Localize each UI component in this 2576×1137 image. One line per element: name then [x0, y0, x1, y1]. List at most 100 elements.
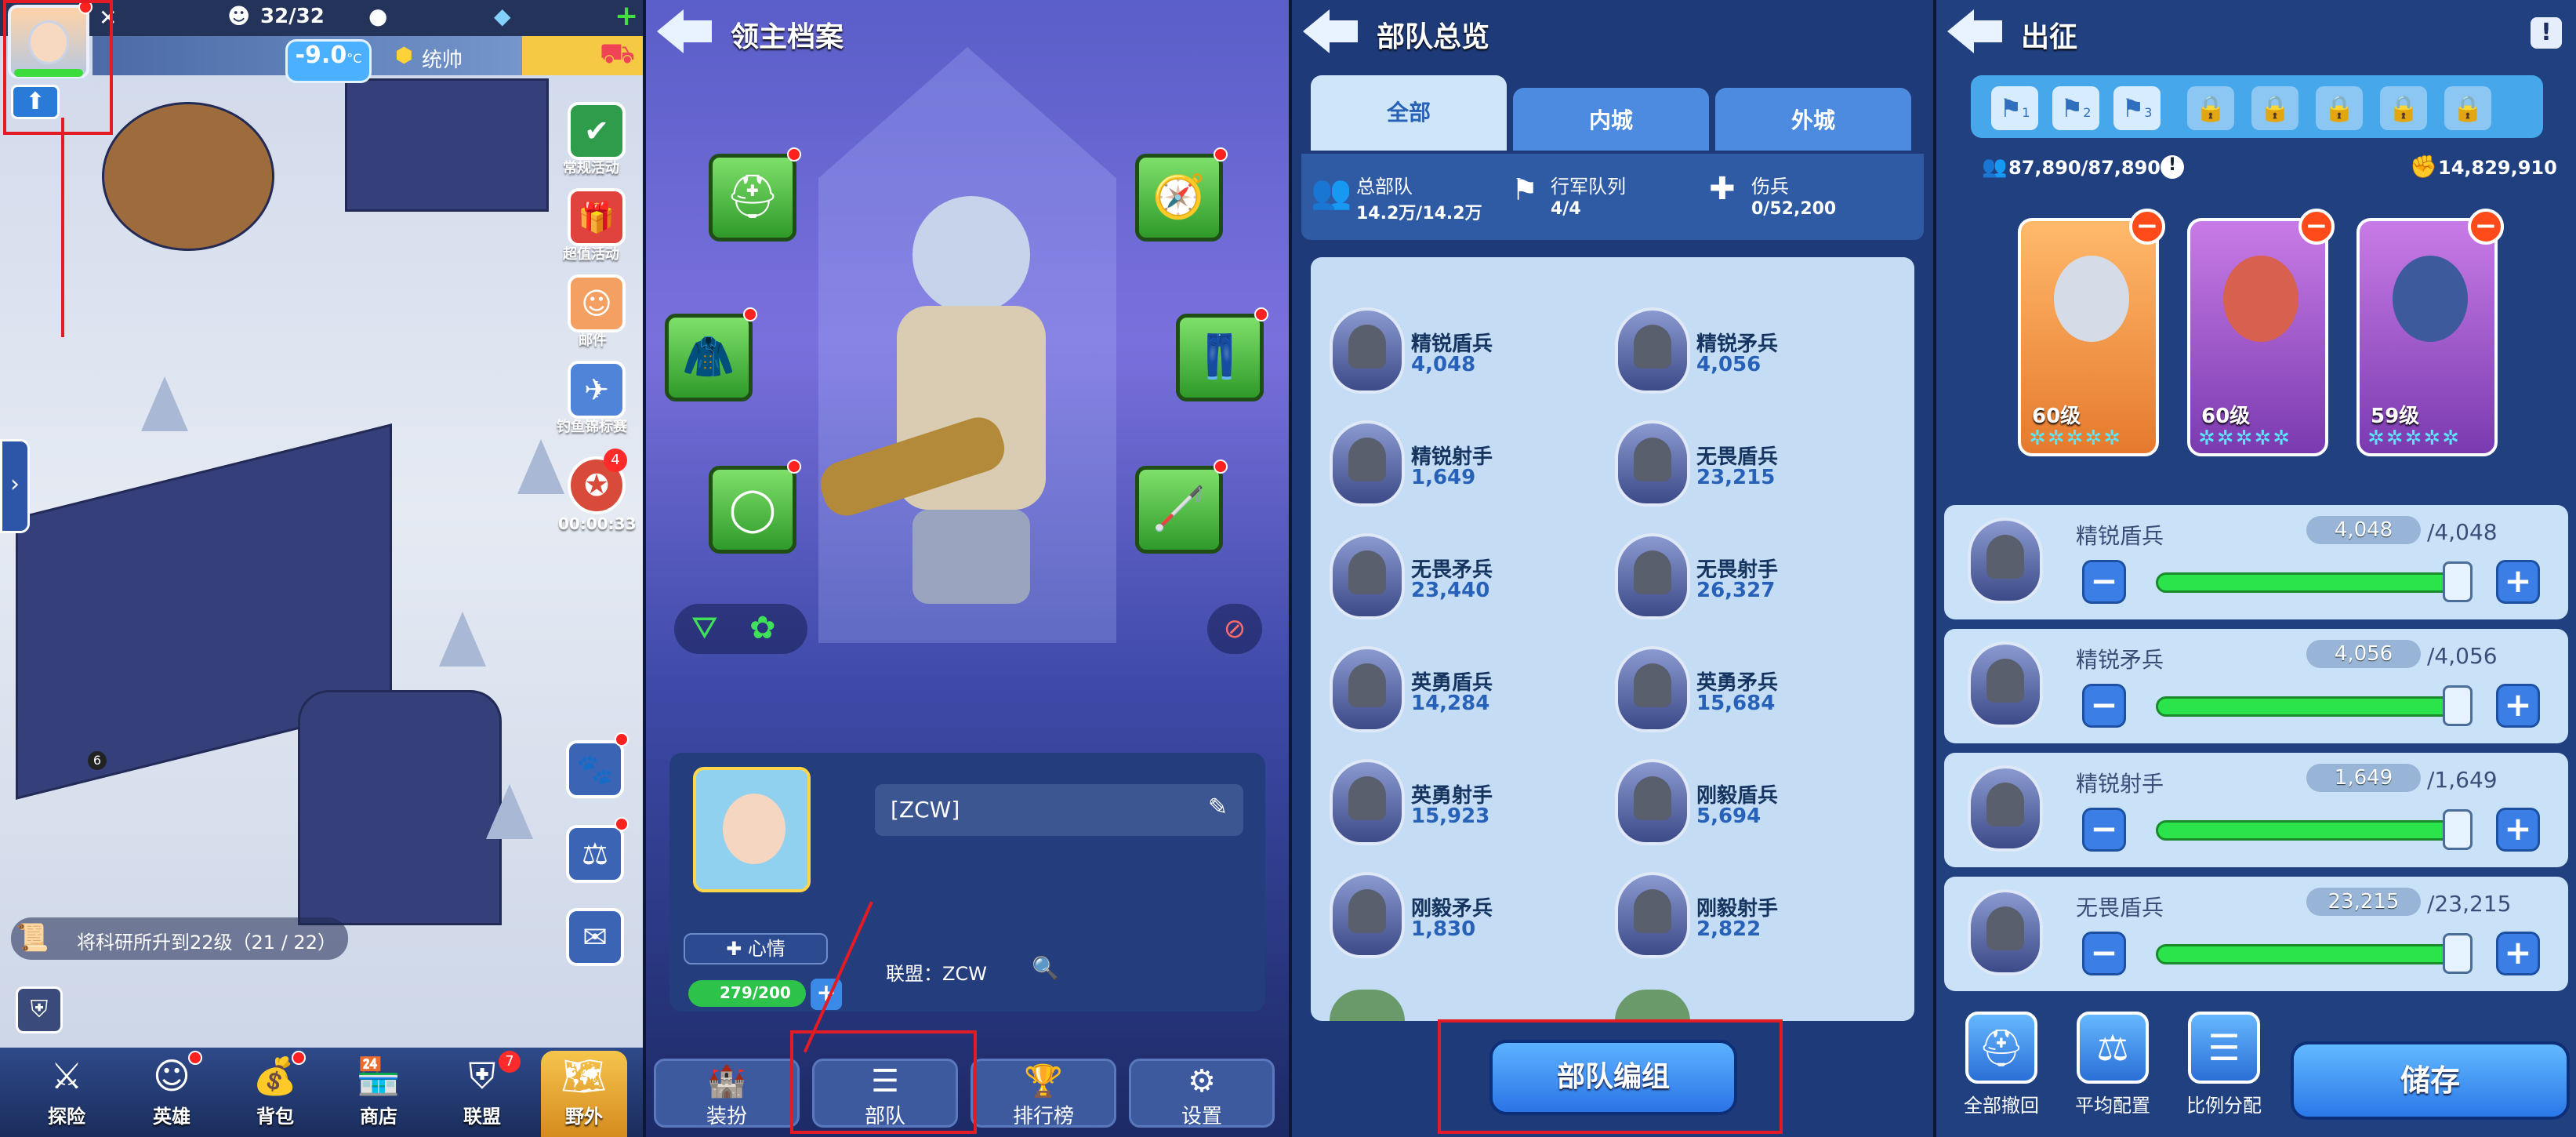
mail-person-icon[interactable]: ☺ — [568, 274, 626, 332]
slider-thumb[interactable] — [2443, 933, 2473, 974]
troop-slider[interactable] — [2156, 820, 2454, 841]
pants-slot[interactable]: 👖 — [1176, 314, 1264, 401]
commander-label[interactable]: 统帅 — [422, 44, 463, 73]
nav-label: 野外 — [565, 1106, 603, 1128]
tab-settings[interactable]: ⚙ 设置 — [1129, 1059, 1275, 1128]
remove-hero-button[interactable]: − — [2298, 209, 2335, 245]
unit-card[interactable]: 精锐盾兵 4,048 — [1330, 304, 1596, 398]
back-arrow-icon[interactable] — [1947, 9, 2004, 53]
troop-count-input[interactable]: 4,048 — [2306, 516, 2421, 544]
ring-slot[interactable]: ◯ — [709, 466, 796, 554]
nav-shop[interactable]: 🏪 商店 — [336, 1051, 422, 1137]
unit-card[interactable]: 精锐射手 1,649 — [1330, 417, 1596, 511]
building-arena[interactable] — [102, 102, 274, 251]
unit-card[interactable]: 精锐矛兵 4,056 — [1615, 304, 1881, 398]
tab-leaderboard[interactable]: 🏆 排行榜 — [971, 1059, 1116, 1128]
add-gem-icon[interactable]: + — [615, 0, 638, 32]
ratio-distribute-button[interactable]: ☰ 比例分配 — [2173, 1012, 2275, 1117]
paw-icon[interactable]: 🐾 — [566, 740, 624, 798]
shield-icon[interactable]: ⛨ — [16, 986, 63, 1033]
mail-icon[interactable]: ✉ — [566, 908, 624, 966]
march-flag-1[interactable]: ⚑1 — [1991, 86, 2038, 130]
nav-world[interactable]: 🗺 野外 — [541, 1051, 627, 1137]
increase-button[interactable]: + — [2496, 932, 2540, 975]
remove-hero-button[interactable]: − — [2468, 209, 2504, 245]
helmet-recall-icon: ⛑ — [1965, 1012, 2037, 1084]
side-drawer-toggle[interactable]: › — [0, 439, 30, 533]
troop-count-input[interactable]: 4,056 — [2306, 640, 2421, 668]
notification-dot — [615, 817, 629, 831]
calendar-icon[interactable]: ✔ — [568, 102, 626, 160]
tab-outer-city[interactable]: 外城 — [1715, 88, 1911, 151]
unit-card[interactable]: 无畏射手 26,327 — [1615, 530, 1881, 624]
balance-icon[interactable]: ⚖ — [566, 825, 624, 883]
tab-all[interactable]: 全部 — [1311, 75, 1507, 151]
troop-count-input[interactable]: 1,649 — [2306, 764, 2421, 792]
decrease-button[interactable]: − — [2082, 684, 2126, 728]
status-strip: -9.0°C ⬢ 统帅 ⛟ — [93, 36, 643, 83]
staff-slot[interactable]: 🦯 — [1135, 466, 1223, 554]
troop-slider[interactable] — [2156, 572, 2454, 593]
helmet-slot[interactable]: ⛑ — [709, 154, 796, 242]
even-distribute-button[interactable]: ⚖ 平均配置 — [2062, 1012, 2164, 1117]
hero-card[interactable]: 60级 ✲✲✲✲✲ − — [2187, 209, 2335, 456]
name-field[interactable]: [ZCW] ✎ — [875, 784, 1243, 836]
back-arrow-icon[interactable] — [657, 9, 713, 53]
save-button[interactable]: 储存 — [2291, 1041, 2570, 1120]
info-icon[interactable]: ! — [2531, 17, 2562, 49]
compass-slot[interactable]: 🧭 — [1135, 154, 1223, 242]
decrease-button[interactable]: − — [2082, 808, 2126, 852]
slider-thumb[interactable] — [2443, 561, 2473, 602]
unit-card[interactable]: 英勇盾兵 14,284 — [1330, 643, 1596, 737]
increase-button[interactable]: + — [2496, 560, 2540, 604]
gift-icon[interactable]: 🎁 — [568, 188, 626, 246]
formation-toggle[interactable]: ⛛ ✿ — [674, 604, 807, 654]
temperature-unit: °C — [346, 51, 362, 66]
slider-thumb[interactable] — [2443, 809, 2473, 850]
march-flag-2[interactable]: ⚑2 — [2052, 86, 2099, 130]
recall-all-button[interactable]: ⛑ 全部撤回 — [1950, 1012, 2052, 1117]
edit-icon[interactable]: ✎ — [1208, 794, 1228, 821]
temperature-display[interactable]: -9.0°C — [285, 39, 372, 83]
stat-value: 4/4 — [1551, 199, 1581, 219]
building-tower[interactable] — [298, 690, 502, 925]
mood-button[interactable]: ✚ 心情 — [684, 933, 828, 964]
decrease-button[interactable]: − — [2082, 932, 2126, 975]
hero-card[interactable]: 59级 ✲✲✲✲✲ − — [2356, 209, 2504, 456]
unit-card[interactable]: 刚毅盾兵 5,694 — [1615, 756, 1881, 850]
search-icon[interactable]: 🔍 — [1032, 955, 1059, 981]
slider-thumb[interactable] — [2443, 685, 2473, 726]
shop-banner[interactable]: ⛟ — [522, 36, 643, 75]
nav-backpack[interactable]: 💰 背包 — [232, 1051, 318, 1137]
unit-card[interactable]: 刚毅射手 2,822 — [1615, 869, 1881, 963]
tab-outfit[interactable]: 🏰 装扮 — [654, 1059, 800, 1128]
hide-eye-icon[interactable]: ⊘ — [1207, 604, 1262, 654]
troop-slider[interactable] — [2156, 696, 2454, 717]
building-hall[interactable] — [345, 78, 549, 212]
capacity-info-icon[interactable]: ! — [2161, 155, 2184, 179]
unit-card[interactable]: 英勇矛兵 15,684 — [1615, 643, 1881, 737]
unit-card[interactable]: 英勇射手 15,923 — [1330, 756, 1596, 850]
unit-card[interactable]: 无畏盾兵 23,215 — [1615, 417, 1881, 511]
armor-slot[interactable]: 🧥 — [665, 314, 753, 401]
increase-button[interactable]: + — [2496, 808, 2540, 852]
back-arrow-icon[interactable] — [1303, 9, 1359, 53]
troop-slider[interactable] — [2156, 944, 2454, 964]
research-banner[interactable]: 📜 将科研所升到22级（21 / 22） — [11, 917, 348, 960]
increase-button[interactable]: + — [2496, 684, 2540, 728]
hero-card[interactable]: 60级 ✲✲✲✲✲ − — [2018, 209, 2165, 456]
troop-count-input[interactable]: 23,215 — [2306, 888, 2421, 916]
decrease-button[interactable]: − — [2082, 560, 2126, 604]
profile-portrait[interactable] — [693, 767, 811, 892]
unit-card[interactable]: 刚毅矛兵 1,830 — [1330, 869, 1596, 963]
gear-icon: ⚙ — [1188, 1063, 1216, 1099]
nav-explore[interactable]: ⚔ 探险 — [24, 1051, 110, 1137]
triangle-formation-icon[interactable]: ⛛ — [691, 610, 718, 646]
march-flag-3[interactable]: ⚑3 — [2113, 86, 2161, 130]
circle-formation-icon[interactable]: ✿ — [749, 610, 776, 646]
remove-hero-button[interactable]: − — [2129, 209, 2165, 245]
nav-heroes[interactable]: ☺ 英雄 — [129, 1051, 215, 1137]
fishing-icon[interactable]: ✈ — [568, 361, 626, 419]
tab-inner-city[interactable]: 内城 — [1513, 88, 1709, 151]
unit-card[interactable]: 无畏矛兵 23,440 — [1330, 530, 1596, 624]
